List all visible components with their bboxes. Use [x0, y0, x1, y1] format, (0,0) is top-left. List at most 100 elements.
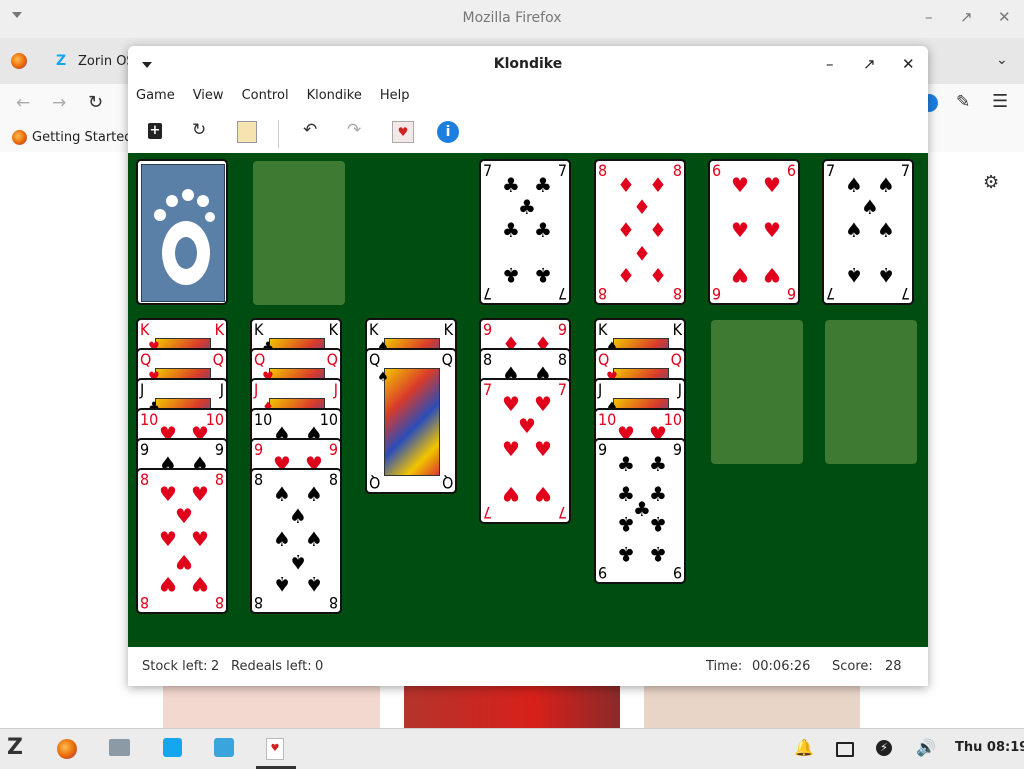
- menu-control[interactable]: Control: [242, 88, 289, 108]
- suit-pip-icon: ♠: [877, 173, 895, 197]
- reload-icon[interactable]: ↻: [88, 92, 103, 113]
- forward-icon[interactable]: →: [52, 93, 66, 113]
- restart-icon[interactable]: ↻: [192, 120, 206, 140]
- suit-pip-icon: ♥: [159, 572, 177, 596]
- bookmark-firefox-icon: [12, 130, 27, 145]
- card-rank-tl: 6: [712, 161, 722, 180]
- tableau-4-card[interactable]: 7 7 7 7 ♥ ♥ ♥ ♥ ♥ ♥ ♥: [479, 378, 571, 524]
- suit-pip-icon: ♠: [305, 482, 323, 506]
- card-rank-tr: K: [328, 320, 338, 339]
- suit-pip-icon: ♣: [502, 173, 520, 197]
- card-rank-bl: Q: [369, 473, 381, 492]
- suit-pip-icon: ♠: [305, 527, 323, 551]
- suit-pip-icon: ♣: [534, 263, 552, 287]
- game-board: 7 7 7 7 ♣ ♣ ♣ ♣ ♣ ♣ ♣ 8 8 8 8 ♦ ♦ ♦ ♦ ♦ ♦ ♦ ♦ 6 6 6 6 ♥ ♥ ♥ ♥ ♥ ♥ 7 7 7 7 ♠ ♠ ♠…: [128, 153, 928, 647]
- back-icon[interactable]: ←: [16, 93, 30, 113]
- foundation-2[interactable]: 8 8 8 8 ♦ ♦ ♦ ♦ ♦ ♦ ♦ ♦: [594, 159, 686, 305]
- firefox-maximize-icon[interactable]: ↗: [960, 8, 973, 26]
- firefox-list-tabs-icon[interactable]: ⌄: [996, 52, 1008, 68]
- klondike-maximize-icon[interactable]: ↗: [863, 55, 876, 73]
- content-tile-2[interactable]: [404, 686, 620, 728]
- taskbar-firefox-icon[interactable]: [57, 739, 77, 759]
- suit-pip-icon: ♥: [731, 263, 749, 287]
- menu-game[interactable]: Game: [136, 88, 175, 108]
- stock-left-label: Stock left:: [142, 659, 208, 674]
- taskbar-zorin-connect-icon[interactable]: [214, 738, 234, 757]
- page-settings-gear-icon[interactable]: ⚙: [983, 172, 999, 193]
- select-game-icon[interactable]: [237, 121, 257, 143]
- suit-pip-icon: ♦: [617, 263, 635, 287]
- clock[interactable]: Thu 08:19: [955, 740, 1024, 755]
- tableau-5-card[interactable]: 9 9 9 9 ♣ ♣ ♣ ♣ ♣ ♣ ♣ ♣ ♣: [594, 438, 686, 584]
- card-rank-tl: 8: [140, 470, 150, 489]
- info-icon[interactable]: i: [437, 121, 459, 143]
- taskbar-software-icon[interactable]: [163, 738, 182, 757]
- suit-pip-icon: ♠: [377, 370, 389, 385]
- extensions-icon[interactable]: ✎: [956, 92, 970, 112]
- taskbar-solitaire-icon[interactable]: ♥: [266, 738, 284, 760]
- suit-pip-icon: ♠: [273, 572, 291, 596]
- card-rank-tr: 9: [672, 440, 682, 459]
- content-tile-1[interactable]: [163, 686, 380, 728]
- card-rank-tr: 8: [557, 350, 567, 369]
- card-rank-tr: 7: [557, 380, 567, 399]
- card-rank-bl: 8: [140, 593, 150, 612]
- card-rank-tl: Q: [369, 350, 381, 369]
- suit-pip-icon: ♥: [502, 437, 520, 461]
- firefox-tab[interactable]: Z Zorin OS: [44, 42, 135, 82]
- tableau-2-card[interactable]: 8 8 8 8 ♠ ♠ ♠ ♠ ♠ ♠ ♠ ♠: [250, 468, 342, 614]
- klondike-menubar: Game View Control Klondike Help: [136, 88, 427, 108]
- foundation-3[interactable]: 6 6 6 6 ♥ ♥ ♥ ♥ ♥ ♥: [708, 159, 800, 305]
- suit-pip-icon: ♦: [633, 195, 651, 219]
- klondike-close-icon[interactable]: ✕: [902, 55, 915, 73]
- card-rank-tr: 8: [672, 161, 682, 180]
- tableau-3-card[interactable]: Q Q Q Q ♠: [365, 348, 457, 494]
- redo-icon[interactable]: ↷: [347, 120, 361, 140]
- card-rank-tr: 6: [786, 161, 796, 180]
- bookmark-getting-started[interactable]: Getting Started: [32, 130, 133, 145]
- power-icon[interactable]: ⚡: [876, 740, 892, 756]
- suit-pip-icon: ♣: [649, 512, 667, 536]
- stock-pile[interactable]: [136, 159, 228, 305]
- menu-help[interactable]: Help: [380, 88, 410, 108]
- notifications-bell-icon[interactable]: 🔔: [794, 738, 814, 757]
- suit-pip-icon: ♥: [534, 437, 552, 461]
- card-rank-tr: 9: [328, 440, 338, 459]
- volume-icon[interactable]: 🔊: [916, 738, 936, 757]
- tableau-empty-slot-7[interactable]: [825, 320, 917, 464]
- menu-klondike[interactable]: Klondike: [307, 88, 362, 108]
- card-rank-tl: K: [598, 320, 608, 339]
- suit-pip-icon: ♥: [763, 263, 781, 287]
- taskbar: Z ♥ 🔔 ⚡ 🔊 Thu 08:19: [0, 728, 1024, 769]
- foundation-1[interactable]: 7 7 7 7 ♣ ♣ ♣ ♣ ♣ ♣ ♣: [479, 159, 571, 305]
- undo-icon[interactable]: ↶: [303, 120, 317, 140]
- card-back-foot-logo-icon: [141, 164, 225, 302]
- card-rank-tr: J: [333, 380, 338, 399]
- content-tile-3[interactable]: [644, 686, 860, 728]
- hint-icon[interactable]: ♥: [392, 121, 414, 143]
- suit-pip-icon: ♣: [534, 173, 552, 197]
- zorin-menu-icon[interactable]: Z: [7, 736, 23, 760]
- screen-icon[interactable]: [836, 742, 854, 757]
- suit-pip-icon: ♠: [305, 572, 323, 596]
- firefox-minimize-icon[interactable]: –: [925, 8, 933, 26]
- taskbar-files-icon[interactable]: [109, 739, 130, 756]
- hamburger-menu-icon[interactable]: ☰: [992, 91, 1008, 112]
- suit-pip-icon: ♠: [877, 263, 895, 287]
- firefox-view-icon[interactable]: [11, 53, 27, 69]
- suit-pip-icon: ♥: [731, 173, 749, 197]
- card-rank-tl: 8: [598, 161, 608, 180]
- tableau-empty-slot-6[interactable]: [711, 320, 803, 464]
- waste-pile-empty[interactable]: [253, 161, 345, 305]
- klondike-minimize-icon[interactable]: –: [826, 55, 834, 73]
- menu-view[interactable]: View: [193, 88, 224, 108]
- card-rank-tl: Q: [598, 350, 610, 369]
- firefox-close-icon[interactable]: ✕: [998, 8, 1011, 26]
- new-game-icon[interactable]: +: [148, 123, 162, 139]
- card-rank-tl: 8: [254, 470, 264, 489]
- suit-pip-icon: ♠: [877, 218, 895, 242]
- foundation-4[interactable]: 7 7 7 7 ♠ ♠ ♠ ♠ ♠ ♠ ♠: [822, 159, 914, 305]
- suit-pip-icon: ♣: [534, 218, 552, 242]
- card-rank-bl: 8: [254, 593, 264, 612]
- tableau-1-card[interactable]: 8 8 8 8 ♥ ♥ ♥ ♥ ♥ ♥ ♥ ♥: [136, 468, 228, 614]
